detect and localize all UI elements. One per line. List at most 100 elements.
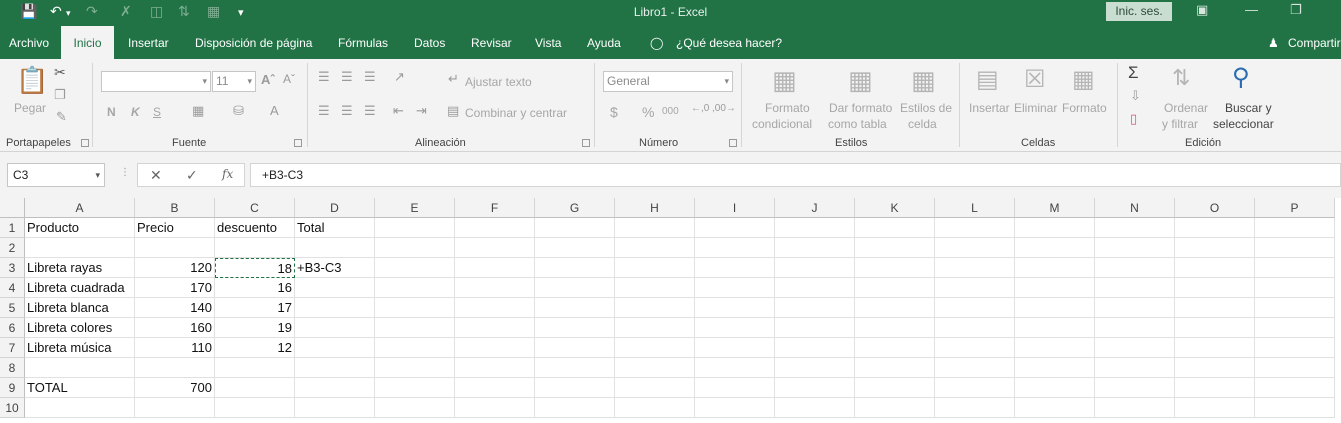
cell-o8[interactable] (1175, 358, 1255, 378)
cell-b3[interactable]: 120 (135, 258, 215, 278)
select-all-corner[interactable] (0, 198, 25, 218)
number-format-combo[interactable]: General ▾ (603, 71, 733, 92)
borders-icon[interactable]: ▦ (192, 103, 204, 119)
cell-b1[interactable]: Precio (135, 218, 215, 238)
cell-n10[interactable] (1095, 398, 1175, 418)
column-header-h[interactable]: H (615, 198, 695, 218)
cell-j6[interactable] (775, 318, 855, 338)
sign-in-button[interactable]: Inic. ses. (1106, 2, 1172, 21)
align-top-icon[interactable]: ☰ (318, 69, 330, 85)
cell-a2[interactable] (25, 238, 135, 258)
cell-l1[interactable] (935, 218, 1015, 238)
cell-a6[interactable]: Libreta colores (25, 318, 135, 338)
cell-a1[interactable]: Producto (25, 218, 135, 238)
tab-insertar[interactable]: Insertar (128, 26, 169, 59)
cell-j9[interactable] (775, 378, 855, 398)
align-left-icon[interactable]: ☰ (318, 103, 330, 119)
cell-d3[interactable]: +B3-C3 (295, 258, 375, 278)
cell-d7[interactable] (295, 338, 375, 358)
cell-d5[interactable] (295, 298, 375, 318)
column-header-l[interactable]: L (935, 198, 1015, 218)
cell-f6[interactable] (455, 318, 535, 338)
conditional-format-label-1[interactable]: Formato (765, 101, 810, 115)
cell-h1[interactable] (615, 218, 695, 238)
cell-i3[interactable] (695, 258, 775, 278)
sort-filter-icon[interactable]: ⇅ (1172, 65, 1190, 91)
wrap-text-icon[interactable]: ↵ (448, 71, 459, 87)
align-middle-icon[interactable]: ☰ (341, 69, 353, 85)
wrap-text-button[interactable]: Ajustar texto (465, 75, 532, 89)
column-header-m[interactable]: M (1015, 198, 1095, 218)
cell-e6[interactable] (375, 318, 455, 338)
cell-n1[interactable] (1095, 218, 1175, 238)
cell-a8[interactable] (25, 358, 135, 378)
cell-m1[interactable] (1015, 218, 1095, 238)
paste-label[interactable]: Pegar (14, 101, 46, 115)
cell-e3[interactable] (375, 258, 455, 278)
font-name-combo[interactable]: ▾ (101, 71, 211, 92)
find-select-label-2[interactable]: seleccionar (1213, 117, 1274, 131)
cell-c1[interactable]: descuento (215, 218, 295, 238)
column-header-f[interactable]: F (455, 198, 535, 218)
ribbon-display-icon[interactable]: ▣ (1196, 2, 1208, 18)
conditional-format-icon[interactable]: ▦ (772, 65, 797, 96)
cell-p9[interactable] (1255, 378, 1335, 398)
copy-icon[interactable]: ❐ (54, 87, 66, 103)
cell-g5[interactable] (535, 298, 615, 318)
cell-p1[interactable] (1255, 218, 1335, 238)
fill-icon[interactable]: ⇩ (1130, 88, 1141, 104)
paste-icon[interactable]: 📋 (16, 65, 48, 96)
cell-f5[interactable] (455, 298, 535, 318)
cell-c4[interactable]: 16 (215, 278, 295, 298)
find-search-icon[interactable]: ⚲ (1232, 63, 1250, 92)
cell-j3[interactable] (775, 258, 855, 278)
cell-l2[interactable] (935, 238, 1015, 258)
column-header-o[interactable]: O (1175, 198, 1255, 218)
column-header-g[interactable]: G (535, 198, 615, 218)
decrease-decimal-icon[interactable]: ,00→ (712, 103, 736, 114)
conditional-format-label-2[interactable]: condicional (752, 117, 812, 131)
worksheet-grid[interactable]: A B C D E F G H I J K L M N O P 1 Producto Precio descuento… (0, 198, 1341, 423)
cell-i10[interactable] (695, 398, 775, 418)
cell-i1[interactable] (695, 218, 775, 238)
tab-revisar[interactable]: Revisar (471, 26, 512, 59)
cell-e1[interactable] (375, 218, 455, 238)
cell-a9[interactable]: TOTAL (25, 378, 135, 398)
dialog-launcher-icon[interactable] (729, 139, 737, 147)
fill-color-icon[interactable]: ⛁ (233, 103, 244, 119)
cell-g3[interactable] (535, 258, 615, 278)
cell-n5[interactable] (1095, 298, 1175, 318)
cell-l8[interactable] (935, 358, 1015, 378)
cell-h7[interactable] (615, 338, 695, 358)
column-header-j[interactable]: J (775, 198, 855, 218)
cell-styles-label-1[interactable]: Estilos de (900, 101, 952, 115)
cell-o6[interactable] (1175, 318, 1255, 338)
cell-a4[interactable]: Libreta cuadrada (25, 278, 135, 298)
cell-k6[interactable] (855, 318, 935, 338)
cell-o1[interactable] (1175, 218, 1255, 238)
cell-k7[interactable] (855, 338, 935, 358)
cell-k8[interactable] (855, 358, 935, 378)
cell-a7[interactable]: Libreta música (25, 338, 135, 358)
cell-g7[interactable] (535, 338, 615, 358)
percent-button[interactable]: % (642, 104, 654, 120)
font-grow-icon[interactable]: Aˆ (261, 72, 275, 87)
row-header-8[interactable]: 8 (0, 358, 25, 378)
cell-d9[interactable] (295, 378, 375, 398)
cell-e7[interactable] (375, 338, 455, 358)
cell-l7[interactable] (935, 338, 1015, 358)
increase-indent-icon[interactable]: ⇥ (416, 103, 427, 119)
column-header-k[interactable]: K (855, 198, 935, 218)
format-as-table-label-1[interactable]: Dar formato (829, 101, 892, 115)
cell-g4[interactable] (535, 278, 615, 298)
cell-d2[interactable] (295, 238, 375, 258)
cell-c10[interactable] (215, 398, 295, 418)
format-cells-icon[interactable]: ▦ (1072, 65, 1095, 94)
cell-h10[interactable] (615, 398, 695, 418)
name-box[interactable]: C3 ▾ (7, 163, 105, 187)
cell-l10[interactable] (935, 398, 1015, 418)
cell-m2[interactable] (1015, 238, 1095, 258)
cell-j2[interactable] (775, 238, 855, 258)
cell-n2[interactable] (1095, 238, 1175, 258)
cell-p10[interactable] (1255, 398, 1335, 418)
